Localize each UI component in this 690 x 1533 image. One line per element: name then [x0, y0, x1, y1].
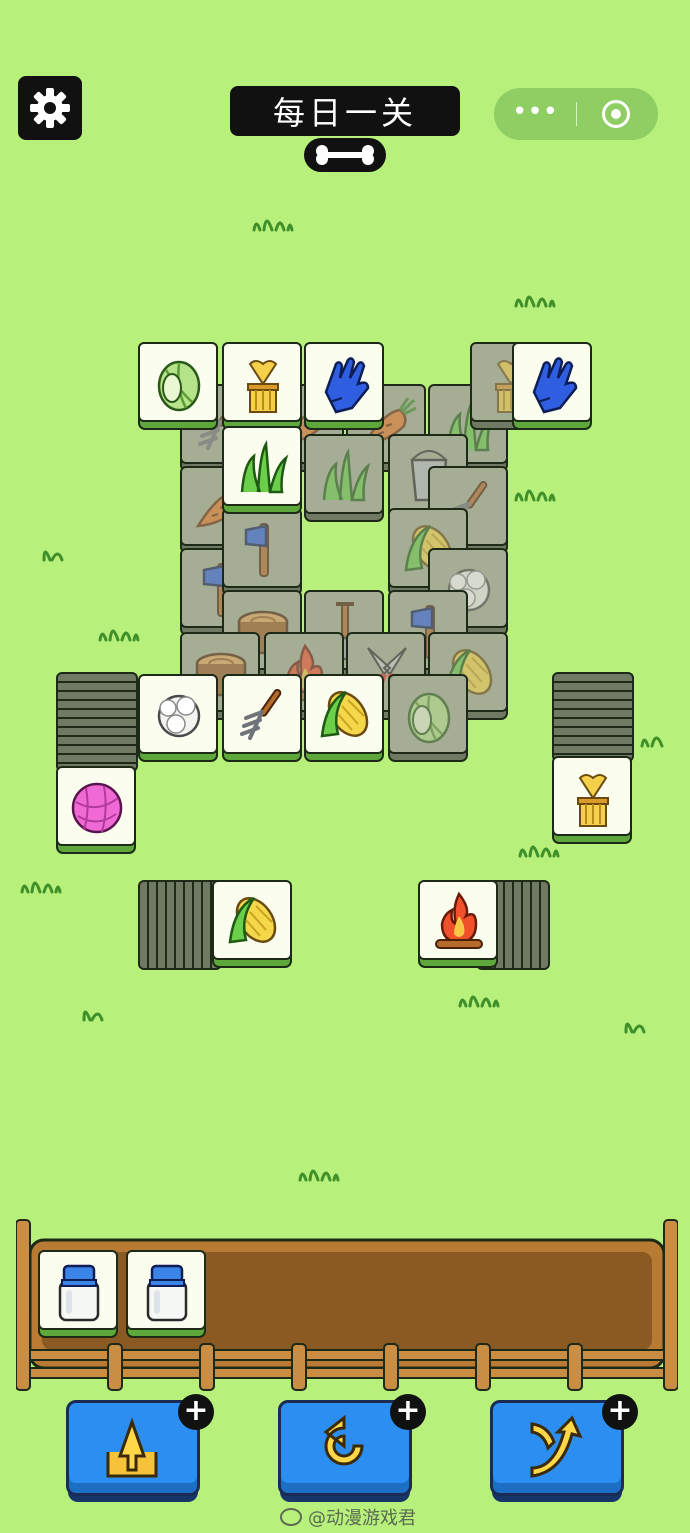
- tray-tile: [126, 1250, 206, 1338]
- tile-corn[interactable]: [304, 674, 384, 762]
- stack-top-tile[interactable]: [212, 880, 292, 968]
- more-menu-button[interactable]: •••: [512, 99, 558, 126]
- grass-decoration: [624, 1022, 646, 1034]
- gear-icon: [30, 88, 70, 128]
- corn-icon: [228, 896, 277, 944]
- undo-icon: [323, 1414, 364, 1466]
- add-uses-badge[interactable]: +: [602, 1394, 638, 1430]
- tile-fork[interactable]: [222, 674, 302, 762]
- tile-axe: [222, 508, 302, 596]
- target-icon[interactable]: [602, 100, 630, 128]
- axe-icon: [244, 523, 269, 577]
- cabbage-icon: [157, 360, 201, 412]
- fire-icon: [435, 891, 483, 949]
- grass-decoration: [298, 1169, 340, 1182]
- tile-face: [552, 756, 632, 836]
- tile-face: [138, 674, 218, 754]
- add-uses-badge[interactable]: +: [390, 1394, 426, 1430]
- grass-decoration: [82, 1010, 104, 1022]
- stack-top-tile[interactable]: [552, 756, 632, 844]
- tile-grass[interactable]: [222, 426, 302, 514]
- tile-face: [418, 880, 498, 960]
- add-uses-badge[interactable]: +: [178, 1394, 214, 1430]
- grass-decoration: [458, 995, 500, 1008]
- tile-cabbage[interactable]: [138, 342, 218, 430]
- stack-top-tile[interactable]: [56, 766, 136, 854]
- fork-icon: [240, 688, 282, 740]
- move-out-icon: [106, 1417, 158, 1478]
- tile-face: [138, 342, 218, 422]
- stack-top-tile[interactable]: [418, 880, 498, 968]
- level-title: 每日一关: [230, 86, 460, 136]
- tile-face: [222, 674, 302, 754]
- grass-decoration: [98, 629, 140, 642]
- tile-face: [304, 674, 384, 754]
- tile-face: [212, 880, 292, 960]
- wheat-icon: [577, 774, 609, 827]
- bottom-left-stack-edge: [138, 880, 222, 970]
- tile-face: [388, 674, 468, 754]
- tile-glove[interactable]: [512, 342, 592, 430]
- grass-decoration: [42, 550, 64, 562]
- glove-icon: [324, 357, 370, 414]
- watermark: @动漫游戏君: [280, 1504, 416, 1530]
- settings-button[interactable]: [18, 76, 82, 140]
- milk-icon: [58, 1264, 100, 1322]
- wheat-icon: [247, 360, 279, 413]
- grass-decoration: [514, 295, 556, 308]
- grass-decoration: [640, 736, 664, 748]
- right-stack-edge: [552, 672, 634, 762]
- grass-icon: [240, 439, 289, 494]
- cabbage-icon: [407, 692, 451, 744]
- weibo-icon: [280, 1508, 302, 1526]
- watermark-text: @动漫游戏君: [308, 1508, 416, 1529]
- mini-program-capsule: •••: [494, 88, 658, 140]
- bone-icon: [304, 138, 386, 172]
- milk-icon: [146, 1264, 188, 1322]
- tile-cabbage: [388, 674, 468, 762]
- tile-face: [512, 342, 592, 422]
- tile-face: [304, 342, 384, 422]
- grass-decoration: [252, 219, 294, 232]
- tile-wool[interactable]: [138, 674, 218, 762]
- move-out-button[interactable]: +: [66, 1394, 214, 1504]
- tile-face: [126, 1250, 206, 1330]
- glove-icon: [532, 357, 578, 414]
- shuffle-icon: [530, 1415, 583, 1478]
- tray-tile: [38, 1250, 118, 1338]
- corn-icon: [320, 690, 369, 738]
- tile-glove[interactable]: [304, 342, 384, 430]
- grass-icon: [322, 447, 371, 502]
- undo-button[interactable]: +: [278, 1394, 426, 1504]
- capsule-divider: [576, 102, 577, 126]
- tile-wheat[interactable]: [222, 342, 302, 430]
- yarn-icon: [71, 782, 123, 834]
- tile-face: [38, 1250, 118, 1330]
- tile-grass: [304, 434, 384, 522]
- tile-face: [304, 434, 384, 514]
- shuffle-button[interactable]: +: [490, 1394, 638, 1504]
- wool-icon: [157, 694, 201, 738]
- tile-face: [222, 426, 302, 506]
- game-board: 每日一关 ••• + + + @动漫游戏君: [0, 0, 690, 1533]
- tile-face: [222, 508, 302, 588]
- tile-face: [56, 766, 136, 846]
- grass-decoration: [514, 489, 556, 502]
- left-stack-edge: [56, 672, 138, 772]
- tile-face: [222, 342, 302, 422]
- grass-decoration: [20, 881, 62, 894]
